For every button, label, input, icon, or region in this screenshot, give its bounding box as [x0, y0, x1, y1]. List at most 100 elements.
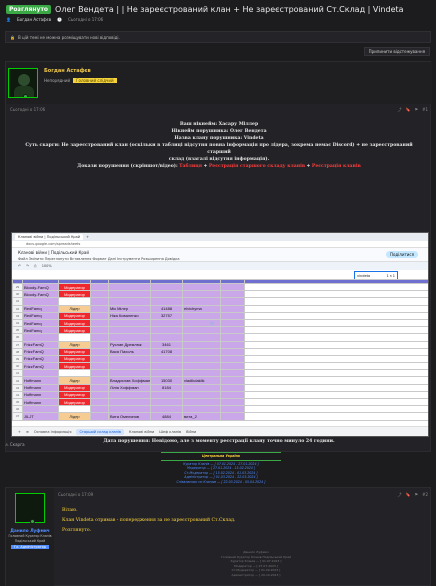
sheet-cell[interactable] [244, 340, 428, 349]
sheet-cell[interactable] [150, 390, 183, 400]
sheet-cell[interactable]: elvichyma [182, 304, 221, 313]
sheet-tab[interactable]: Війни [186, 430, 196, 434]
sheet-cell[interactable]: 32757 [150, 311, 183, 320]
bookmark-icon[interactable]: 🔖 [406, 492, 411, 498]
print-icon[interactable]: ⎙ [34, 264, 37, 268]
sheet-cell[interactable] [244, 405, 428, 414]
sheet-cell[interactable] [244, 297, 428, 306]
sheet-cell[interactable]: RedFamq [22, 318, 59, 328]
sheet-cell[interactable] [220, 304, 245, 313]
sheet-cell[interactable]: 3461 [150, 340, 183, 349]
sheet-cell[interactable] [244, 326, 428, 335]
sheet-cell[interactable] [90, 326, 109, 335]
sheet-cell[interactable] [108, 318, 151, 328]
redo-icon[interactable]: ↷ [26, 264, 29, 268]
sheet-row[interactable]: 47 JILJT Лідер Вита Омелянов 4884 вита_2 [12, 412, 428, 421]
post-number-icon[interactable]: #1 [422, 107, 428, 115]
sheet-cell[interactable] [108, 290, 151, 299]
sheet-cell[interactable]: Модератор [58, 390, 91, 400]
sheet-cell[interactable] [22, 369, 59, 378]
row-number[interactable]: 43 [12, 383, 23, 392]
sheet-cell[interactable] [244, 318, 428, 328]
sheet-cell[interactable] [108, 333, 151, 342]
thread-author[interactable]: Богдан Астафєв [17, 17, 51, 22]
row-number[interactable]: 33 [12, 311, 23, 320]
sheet-cell[interactable] [244, 311, 428, 320]
sheet-cell[interactable] [90, 397, 109, 407]
sheet-cell[interactable] [220, 397, 245, 407]
sheet-cell[interactable] [108, 282, 151, 292]
sheet-cell[interactable] [58, 405, 91, 414]
sheet-cell[interactable] [90, 304, 109, 313]
sheet-cell[interactable] [182, 397, 221, 407]
sheet-cell[interactable] [244, 354, 428, 364]
row-number[interactable]: 38 [12, 347, 23, 356]
row-number[interactable]: 39 [12, 354, 23, 364]
flag-icon[interactable]: ⚑ [415, 492, 419, 498]
sheet-cell[interactable] [244, 347, 428, 356]
sheet-cell[interactable] [22, 405, 59, 414]
sheet-cell[interactable]: Hoffmann [22, 397, 59, 407]
sheet-cell[interactable] [150, 362, 183, 371]
sheet-cell[interactable]: Вася Пахоль [108, 347, 151, 356]
sheet-cell[interactable] [90, 383, 109, 392]
share-button[interactable]: Поділитися [385, 251, 418, 258]
sheet-cell[interactable] [220, 340, 245, 349]
share-icon[interactable]: ⤴ [398, 492, 402, 498]
avatar[interactable] [15, 493, 45, 524]
find-input[interactable]: vindeta [357, 274, 370, 278]
sheet-cell[interactable]: 41708 [150, 347, 183, 356]
row-number[interactable]: 40 [12, 362, 23, 371]
sheet-row[interactable]: 37 FrizzFamQ Лідер Руслан Дремлюк 3461 [12, 340, 428, 349]
flag-icon[interactable]: ⚑ [415, 107, 419, 115]
sheet-cell[interactable] [244, 369, 428, 378]
sheet-cell[interactable]: Лідер [58, 412, 91, 421]
sheet-cell[interactable]: 41488 [150, 304, 183, 313]
sheet-cell[interactable] [182, 347, 221, 356]
all-sheets-button[interactable]: ≡ [26, 430, 29, 434]
sheet-cell[interactable] [244, 376, 428, 385]
sheet-cell[interactable] [90, 412, 109, 421]
sheet-tab-active[interactable]: Старший склад кланів [76, 428, 124, 435]
row-number[interactable]: 31 [12, 297, 23, 306]
add-sheet-button[interactable]: + [18, 430, 21, 434]
sheet-cell[interactable] [244, 397, 428, 407]
sheet-cell[interactable] [108, 397, 151, 407]
sheet-cell[interactable]: Bloody-FamQ [22, 282, 59, 292]
sheet-cell[interactable] [90, 369, 109, 378]
undo-icon[interactable]: ↶ [18, 264, 21, 268]
sheet-cell[interactable] [244, 333, 428, 342]
sheet-cell[interactable] [150, 282, 183, 292]
sheet-cell[interactable] [150, 326, 183, 335]
sheet-cell[interactable] [58, 297, 91, 306]
sheet-cell[interactable] [90, 311, 109, 320]
sheet-cell[interactable] [90, 333, 109, 342]
sheet-cell[interactable]: Лідер [58, 376, 91, 385]
sheet-cell[interactable] [90, 362, 109, 371]
sheet-cell[interactable]: 4884 [150, 412, 183, 421]
sheet-cell[interactable]: RedFamq [22, 304, 59, 313]
sheet-row[interactable]: 43 Hoffmann Модератор Лілія Хоффман 8184 [12, 383, 428, 392]
sheet-cell[interactable] [150, 290, 183, 299]
post-date[interactable]: Сьогодні о 17:09 [58, 492, 93, 498]
sheet-cell[interactable] [150, 405, 183, 414]
sheet-cell[interactable] [150, 369, 183, 378]
sheet-cell[interactable] [90, 390, 109, 400]
sheet-menu[interactable]: Файл Змінити Переглянути Вставлення Форм… [18, 257, 422, 261]
sheet-cell[interactable] [182, 362, 221, 371]
sheet-cell[interactable] [108, 405, 151, 414]
sheet-grid[interactable]: 29 Bloody-FamQ Модератор 30 Bloody-FamQ Модер… [12, 279, 428, 421]
sheet-cell[interactable]: Модератор [58, 362, 91, 371]
sheet-cell[interactable]: Ніка Коваленко [108, 311, 151, 320]
sheet-cell[interactable] [182, 383, 221, 392]
sheet-cell[interactable] [244, 412, 428, 421]
zoom-select[interactable]: 100% [42, 264, 52, 268]
sheet-cell[interactable] [150, 397, 183, 407]
sheet-cell[interactable]: Модератор [58, 311, 91, 320]
sheet-cell[interactable]: Модератор [58, 318, 91, 328]
report-link[interactable]: ⚠ Скарга [5, 442, 25, 447]
sheet-cell[interactable]: Hoffmann [22, 376, 59, 385]
sheet-cell[interactable] [220, 405, 245, 414]
sheet-row[interactable]: 45 Hoffmann Модератор [12, 397, 428, 407]
sheet-cell[interactable]: Hoffmann [22, 383, 59, 392]
